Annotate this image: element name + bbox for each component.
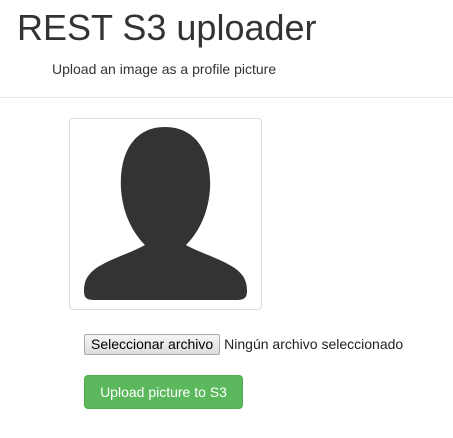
choose-file-button[interactable]: Seleccionar archivo: [84, 333, 221, 355]
header-divider: [0, 97, 453, 98]
file-status-text: Ningún archivo seleccionado: [224, 336, 404, 352]
profile-picture-frame: [69, 118, 262, 310]
page: REST S3 uploader Upload an image as a pr…: [0, 0, 453, 438]
upload-button[interactable]: Upload picture to S3: [84, 375, 243, 409]
user-silhouette-icon: [84, 127, 247, 300]
page-title: REST S3 uploader: [17, 7, 317, 48]
page-subtitle: Upload an image as a profile picture: [52, 61, 277, 77]
file-input[interactable]: Seleccionar archivo Ningún archivo selec…: [84, 333, 403, 355]
